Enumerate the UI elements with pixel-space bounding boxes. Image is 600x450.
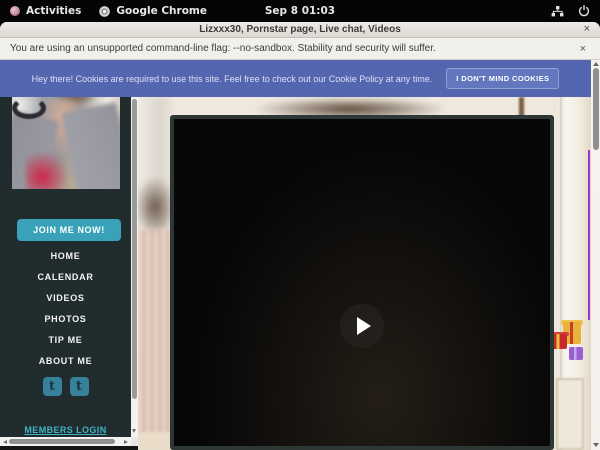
page-background-strip	[0, 446, 138, 450]
window-titlebar[interactable]: Lizxxx30, Pornstar page, Live chat, Vide…	[0, 22, 600, 38]
background-photo	[138, 230, 171, 438]
infobar-message: You are using an unsupported command-lin…	[10, 43, 436, 54]
decorative-purple-line	[588, 150, 590, 320]
background-photo	[138, 432, 171, 450]
background-photo	[554, 97, 591, 450]
background-photo	[138, 97, 173, 227]
sidebar-vertical-scrollbar[interactable]	[131, 97, 138, 437]
accept-cookies-button[interactable]: I DON'T MIND COOKIES	[446, 68, 559, 89]
desktop-top-bar: Activities Google Chrome Sep 8 01:03	[0, 0, 600, 22]
activities-label: Activities	[26, 5, 81, 17]
screen: Activities Google Chrome Sep 8 01:03	[0, 0, 600, 450]
scrollbar-thumb[interactable]	[132, 99, 137, 399]
power-icon[interactable]	[578, 5, 590, 17]
unsupported-flag-infobar: You are using an unsupported command-lin…	[0, 38, 600, 60]
sidebar-item-photos[interactable]: PHOTOS	[0, 309, 131, 330]
page-vertical-scrollbar[interactable]	[591, 60, 600, 450]
scroll-up-icon[interactable]	[593, 62, 599, 66]
distro-icon	[10, 6, 20, 16]
sidebar-item-tip-me[interactable]: TIP ME	[0, 330, 131, 351]
play-icon	[357, 317, 371, 335]
background-photo	[519, 97, 524, 117]
social-links: t t	[0, 377, 131, 396]
scrollbar-corner	[131, 437, 138, 446]
join-me-now-button[interactable]: JOIN ME NOW!	[17, 219, 121, 241]
background-photo	[556, 378, 584, 450]
profile-sidebar: JOIN ME NOW! HOME CALENDAR VIDEOS PHOTOS…	[0, 97, 138, 437]
sidebar-menu: HOME CALENDAR VIDEOS PHOTOS TIP ME ABOUT…	[0, 246, 131, 372]
video-player[interactable]	[170, 115, 554, 450]
sidebar-horizontal-scrollbar[interactable]	[0, 437, 131, 446]
cookie-banner: Hey there! Cookies are required to use t…	[0, 60, 591, 97]
sidebar-item-home[interactable]: HOME	[0, 246, 131, 267]
clock[interactable]: Sep 8 01:03	[0, 5, 600, 17]
scrollbar-thumb[interactable]	[9, 439, 115, 444]
scroll-left-icon[interactable]	[3, 440, 7, 444]
necklace	[12, 97, 46, 119]
focused-app-menu[interactable]: Google Chrome	[99, 5, 207, 17]
network-icon[interactable]	[551, 6, 564, 17]
sidebar-item-videos[interactable]: VIDEOS	[0, 288, 131, 309]
cookie-message: Hey there! Cookies are required to use t…	[32, 74, 433, 84]
background-photo	[560, 97, 562, 450]
profile-photo	[12, 97, 120, 189]
app-label: Google Chrome	[116, 5, 207, 17]
page-viewport: Hey there! Cookies are required to use t…	[0, 60, 600, 450]
twitter-icon[interactable]: t	[70, 377, 89, 396]
window-title: Lizxxx30, Pornstar page, Live chat, Vide…	[199, 24, 401, 35]
video-frame	[174, 119, 550, 446]
sidebar-item-calendar[interactable]: CALENDAR	[0, 267, 131, 288]
activities-button[interactable]: Activities	[10, 5, 81, 17]
browser-window: Lizxxx30, Pornstar page, Live chat, Vide…	[0, 22, 600, 450]
scroll-down-icon[interactable]	[593, 443, 599, 447]
chrome-icon	[99, 6, 110, 17]
members-login-link[interactable]: MEMBERS LOGIN	[0, 425, 131, 435]
twitter-icon[interactable]: t	[43, 377, 62, 396]
sidebar-item-about-me[interactable]: ABOUT ME	[0, 351, 131, 372]
scroll-right-icon[interactable]	[124, 440, 128, 444]
play-button[interactable]	[340, 304, 384, 348]
background-photo	[135, 178, 175, 236]
window-close-button[interactable]: ×	[584, 22, 590, 38]
scrollbar-thumb[interactable]	[593, 68, 599, 150]
infobar-close-icon[interactable]: ×	[580, 43, 586, 55]
gift-boxes-decoration	[548, 318, 590, 364]
scroll-down-icon[interactable]	[132, 429, 136, 433]
gift-box-purple	[569, 347, 583, 360]
